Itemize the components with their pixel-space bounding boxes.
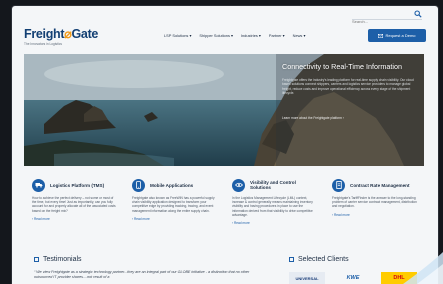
read-more-link[interactable]: › Read more (32, 217, 118, 221)
feature-title: Mobile Applications (150, 182, 194, 188)
feature-description: How to achieve the perfect delivery – no… (32, 196, 116, 213)
client-logo-kwe[interactable]: KWE (335, 272, 371, 284)
hero-learn-more-link[interactable]: Learn more about the Freightgate platfor… (282, 116, 344, 120)
feature-visibility-control: Visibility and Control Solutions In the … (224, 178, 324, 248)
nav-lsp-solutions[interactable]: LSP Solutions ▾ (164, 33, 191, 38)
search-input[interactable] (352, 17, 412, 26)
nav-shipper-solutions[interactable]: Shipper Solutions ▾ (199, 33, 233, 38)
freightgate-logo[interactable]: Freight⌀Gate The Innovators in Logistics (24, 26, 102, 46)
feature-description: Freightgate also known as FreeWIN has a … (132, 196, 215, 213)
logo-wordmark: Freight⌀Gate (24, 27, 99, 41)
testimonials-heading: Testimonials (34, 256, 264, 263)
hero-banner: Connectivity to Real-Time Information Fr… (24, 54, 424, 166)
testimonial-quote: “ We view Freightgate as a strategic tec… (34, 270, 250, 279)
feature-description: In the Logistics Management Lifecycle (L… (232, 196, 313, 217)
quote-box-icon (34, 257, 39, 262)
hero-info-panel: Connectivity to Real-Time Information Fr… (276, 54, 424, 166)
request-demo-button[interactable]: Request a Demo (368, 29, 426, 42)
testimonials-section: Testimonials “ We view Freightgate as a … (34, 256, 264, 279)
read-more-link[interactable]: › Read more (132, 217, 218, 221)
search-bar[interactable] (352, 10, 422, 26)
hero-title: Connectivity to Real-Time Information (282, 62, 402, 71)
desk-reflection-decoration (403, 252, 443, 284)
feature-logistics-platform: Logistics Platform (TMS) How to achieve … (24, 178, 124, 248)
clients-box-icon (289, 257, 294, 262)
nav-news[interactable]: News ▾ (293, 33, 306, 38)
feature-title: Contract Rate Management (350, 182, 410, 188)
site-header: Freight⌀Gate The Innovators in Logistics… (12, 26, 438, 48)
eye-icon (232, 178, 245, 192)
browser-page: Freight⌀Gate The Innovators in Logistics… (12, 6, 438, 284)
nav-industries[interactable]: Industries ▾ (241, 33, 261, 38)
hero-description: Freightgate offers the industry's leadin… (282, 78, 414, 96)
feature-contract-rate: Contract Rate Management Freightgate's T… (324, 178, 424, 248)
feature-title: Visibility and Control Solutions (250, 180, 296, 190)
document-icon (332, 178, 345, 192)
client-logo-universal[interactable]: UNIVERSAL (289, 272, 325, 284)
truck-icon (32, 178, 45, 192)
search-icon[interactable] (414, 10, 422, 18)
feature-description: Freightgate's TariffFinder is the answer… (332, 196, 417, 209)
feature-mobile-applications: Mobile Applications Freightgate also kno… (124, 178, 224, 248)
read-more-link[interactable]: › Read more (232, 221, 318, 225)
feature-columns: Logistics Platform (TMS) How to achieve … (24, 178, 424, 248)
main-nav: LSP Solutions ▾ Shipper Solutions ▾ Indu… (164, 33, 305, 38)
mail-icon (378, 33, 384, 38)
read-more-link[interactable]: › Read more (332, 213, 418, 217)
feature-title: Logistics Platform (TMS) (50, 182, 105, 188)
mobile-icon (132, 178, 145, 192)
request-demo-label: Request a Demo (385, 33, 416, 38)
nav-partner[interactable]: Partner ▾ (269, 33, 285, 38)
logo-tagline: The Innovators in Logistics (24, 42, 62, 46)
